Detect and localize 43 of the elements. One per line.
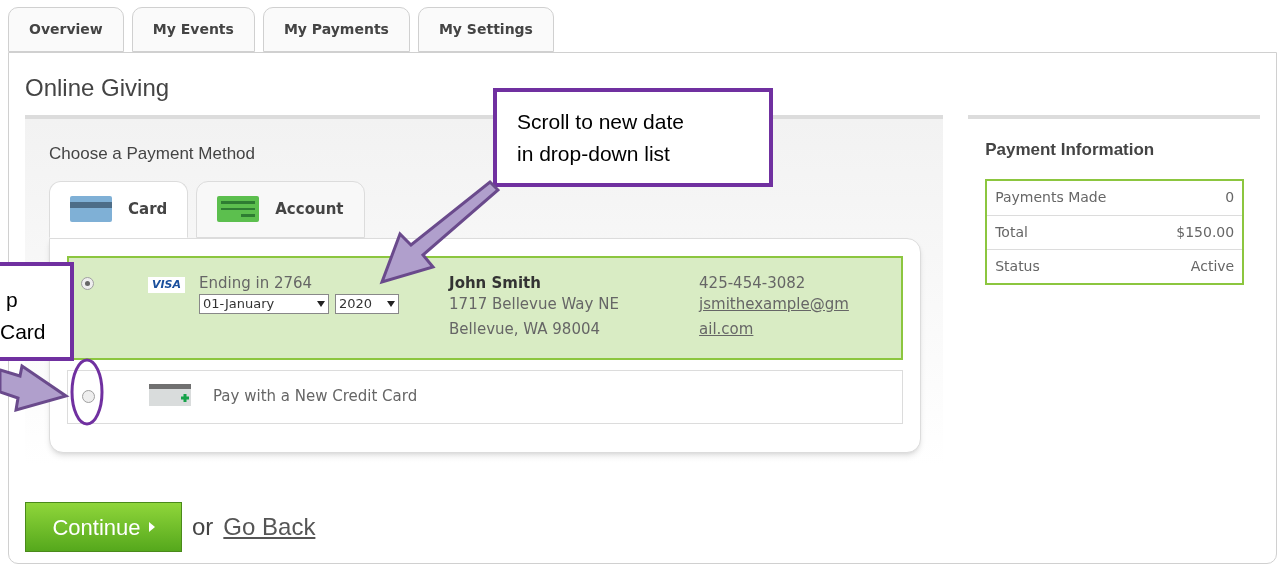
- callout-text: Scroll to new date: [517, 109, 685, 135]
- tab[interactable]: My Events: [131, 7, 255, 52]
- callout-text: p: [5, 287, 19, 313]
- section-heading: Choose a Payment Method: [49, 143, 255, 165]
- email-link[interactable]: jsmithexample@gm: [699, 291, 849, 317]
- info-label: Status: [995, 256, 1040, 276]
- info-label: Total: [995, 222, 1028, 242]
- radio-button[interactable]: [82, 390, 95, 403]
- page-title: Online Giving: [25, 73, 171, 103]
- tab[interactable]: My Payments: [262, 7, 410, 52]
- radio-button[interactable]: [81, 276, 94, 290]
- new-card-label: Pay with a New Credit Card: [213, 386, 418, 408]
- highlight-ellipse: [70, 358, 104, 426]
- section-heading: Payment Information: [985, 139, 1156, 161]
- email-link[interactable]: ail.com: [699, 316, 849, 342]
- tab[interactable]: Overview: [8, 7, 124, 52]
- info-label: Payments Made: [995, 188, 1107, 207]
- or-text: or: [192, 512, 214, 542]
- method-tab[interactable]: Card: [49, 180, 189, 238]
- address-line: 1717 Bellevue Way NE: [449, 293, 620, 315]
- method-tab[interactable]: Account: [196, 180, 365, 238]
- address-line: Bellevue, WA 98004: [449, 318, 602, 340]
- info-value: $150.00: [1176, 222, 1235, 242]
- callout-text: in drop-down list: [517, 141, 671, 167]
- card-ending: Ending in 2764: [199, 273, 314, 292]
- tab[interactable]: My Settings: [417, 7, 554, 52]
- info-value: Active: [1190, 256, 1235, 276]
- play-icon: [148, 522, 155, 532]
- new-card-row[interactable]: Pay with a New Credit Card: [67, 369, 903, 424]
- info-value: 0: [1225, 188, 1235, 207]
- check-icon: [217, 196, 260, 222]
- go-back-link[interactable]: Go Back: [223, 509, 316, 545]
- year-dropdown[interactable]: 2020: [335, 293, 400, 314]
- callout-text: Card: [0, 319, 46, 345]
- saved-card-row[interactable]: VISA Ending in 2764 01-January 2020 John Smith 1717 Bellevue Way NE Bellevue, WA 98004 425-454-3082 jsmithexample@gm ail.com: [67, 255, 903, 360]
- arrow-drawing: [0, 362, 70, 412]
- phone-number: 425-454-3082: [699, 273, 807, 292]
- card-icon: [70, 196, 112, 222]
- caret-icon: [387, 300, 396, 307]
- cardholder-name: John Smith: [449, 273, 542, 292]
- month-dropdown[interactable]: 01-January: [199, 293, 330, 314]
- caret-icon: [317, 300, 326, 307]
- visa-logo: VISA: [148, 276, 186, 293]
